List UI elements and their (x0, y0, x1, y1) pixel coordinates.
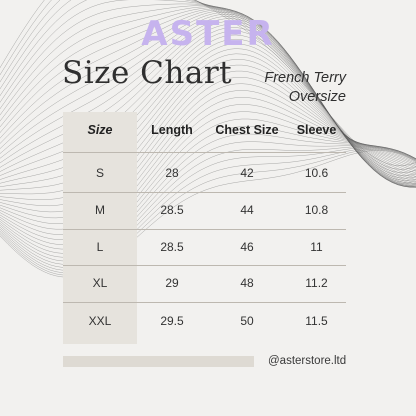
table-header-row: Size Length Chest Size Sleeve (63, 112, 346, 148)
header-size: Size (87, 123, 113, 137)
cell-size: L (96, 240, 104, 254)
page-title: Size Chart (62, 55, 233, 91)
cell-length: 28.5 (160, 203, 184, 217)
cell-chest-size: 44 (240, 203, 254, 217)
row-divider (63, 152, 346, 153)
size-chart-graphic: ASTER Size Chart French Terry Oversize S… (0, 0, 416, 416)
cell-sleeve: 11.2 (305, 276, 328, 290)
header-chest-size: Chest Size (215, 123, 279, 137)
header-length: Length (151, 123, 193, 137)
cell-size: M (95, 203, 105, 217)
table-row: M 28.5 44 10.8 (63, 192, 346, 228)
table-row: XXL 29.5 50 11.5 (63, 303, 346, 339)
cell-chest-size: 46 (240, 240, 254, 254)
cell-sleeve: 11 (310, 240, 323, 254)
cell-chest-size: 50 (240, 314, 254, 328)
social-handle: @asterstore.ltd (268, 355, 347, 367)
brand-logo: ASTER (141, 14, 275, 54)
cell-length: 29.5 (160, 314, 184, 328)
cell-sleeve: 11.5 (305, 314, 328, 328)
table-row: S 28 42 10.6 (63, 155, 346, 191)
cell-length: 29 (165, 276, 179, 290)
cell-chest-size: 42 (240, 166, 254, 180)
table-row: L 28.5 46 11 (63, 229, 346, 265)
cell-chest-size: 48 (240, 276, 254, 290)
cell-length: 28 (165, 166, 179, 180)
table-row: XL 29 48 11.2 (63, 265, 346, 301)
cell-size: XXL (88, 314, 112, 328)
cell-length: 28.5 (160, 240, 184, 254)
cell-sleeve: 10.8 (304, 203, 329, 217)
subtitle-fabric: French Terry (264, 70, 346, 86)
subtitle-fit: Oversize (288, 89, 346, 105)
cell-size: S (95, 166, 104, 180)
cell-sleeve: 10.6 (304, 166, 329, 180)
footer-bar (63, 356, 254, 367)
header-sleeve: Sleeve (296, 123, 337, 137)
cell-size: XL (92, 276, 108, 290)
